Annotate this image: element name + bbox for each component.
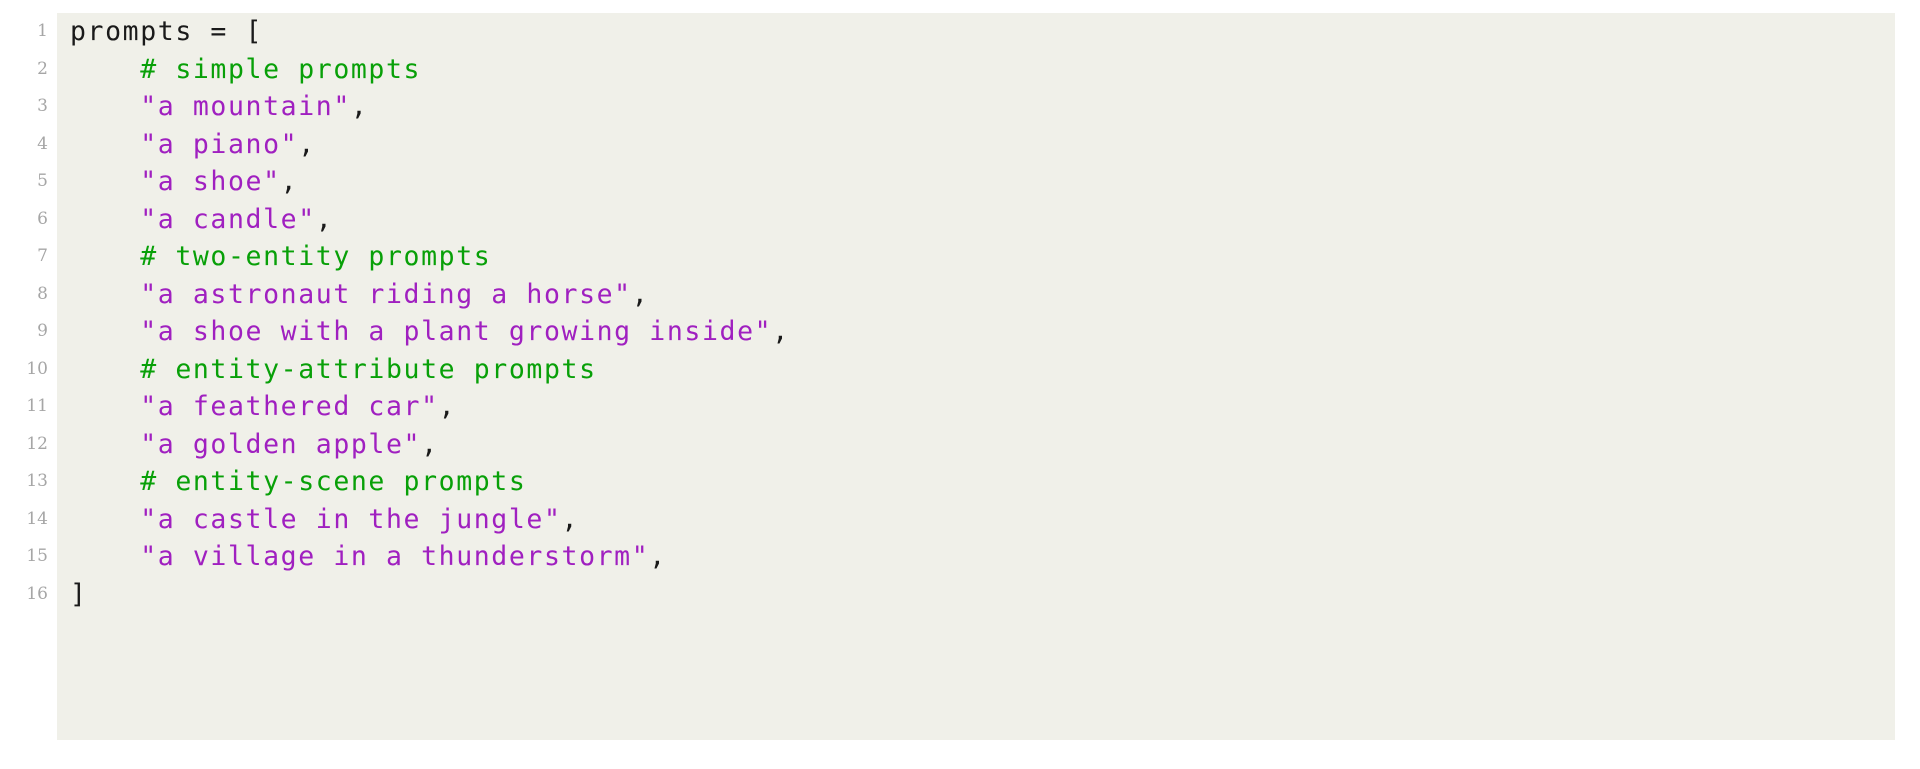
code-token-plain: , <box>561 503 580 535</box>
code-token-string: "a castle in the jungle" <box>140 503 562 535</box>
line-number: 11 <box>26 396 48 416</box>
code-token-comment: # entity-scene prompts <box>140 466 527 497</box>
line-number: 6 <box>37 208 48 229</box>
line-code: "a shoe", <box>70 163 298 201</box>
line-number: 12 <box>26 433 48 454</box>
code-token-plain: , <box>315 203 334 235</box>
line-code: "a shoe with a plant growing inside", <box>70 313 790 351</box>
code-token-plain: prompts = [ <box>70 16 264 47</box>
code-token-string: "a shoe" <box>140 166 281 197</box>
line-code: "a castle in the jungle", <box>70 501 579 539</box>
line-code: "a golden apple", <box>70 426 439 464</box>
line-code: # simple prompts <box>70 51 421 89</box>
line-code: # entity-scene prompts <box>70 463 526 501</box>
code-token-plain: , <box>280 166 299 197</box>
code-line: 4 "a piano", <box>0 126 1920 164</box>
code-line: 9 "a shoe with a plant growing inside", <box>0 313 1920 351</box>
line-number: 13 <box>26 471 48 491</box>
code-line: 7 # two-entity prompts <box>0 238 1920 276</box>
line-number: 15 <box>26 546 48 566</box>
code-line: 12 "a golden apple", <box>0 426 1920 464</box>
line-code: # two-entity prompts <box>70 238 491 276</box>
code-line: 2 # simple prompts <box>0 51 1920 89</box>
code-line: 5 "a shoe", <box>0 163 1920 201</box>
code-token-plain: ] <box>70 578 88 610</box>
code-token-string: "a astronaut riding a horse" <box>140 278 632 310</box>
code-token-plain: , <box>438 391 457 422</box>
code-token-plain: , <box>772 316 790 347</box>
line-number: 16 <box>26 583 48 604</box>
line-number: 4 <box>37 133 48 154</box>
code-line: 16] <box>0 576 1920 614</box>
line-number: 10 <box>26 358 48 379</box>
code-token-comment: # entity-attribute prompts <box>140 353 597 385</box>
line-number: 14 <box>26 508 48 529</box>
code-token-plain: , <box>298 128 316 160</box>
line-code: # entity-attribute prompts <box>70 351 597 389</box>
code-line: 8 "a astronaut riding a horse", <box>0 276 1920 314</box>
line-number: 9 <box>37 321 48 341</box>
line-number: 1 <box>37 21 48 41</box>
code-token-plain: , <box>649 541 667 572</box>
code-line: 3 "a mountain", <box>0 88 1920 126</box>
code-line: 15 "a village in a thunderstorm", <box>0 538 1920 576</box>
code-token-plain: , <box>631 278 650 310</box>
code-token-string: "a village in a thunderstorm" <box>140 541 650 572</box>
line-code: ] <box>70 576 88 614</box>
code-line: 10 # entity-attribute prompts <box>0 351 1920 389</box>
code-line: 13 # entity-scene prompts <box>0 463 1920 501</box>
line-code: "a candle", <box>70 201 333 239</box>
line-code: "a feathered car", <box>70 388 456 426</box>
line-number: 3 <box>37 96 48 116</box>
code-line: 14 "a castle in the jungle", <box>0 501 1920 539</box>
line-number: 7 <box>37 246 48 266</box>
code-token-string: "a feathered car" <box>140 391 439 422</box>
line-number: 2 <box>37 58 48 79</box>
code-token-string: "a shoe with a plant growing inside" <box>140 316 773 347</box>
code-listing: 1 prompts = [2 # simple prompts 3 "a mount… <box>0 0 1920 769</box>
line-code: "a piano", <box>70 126 316 164</box>
line-code: prompts = [ <box>70 13 263 51</box>
line-number: 8 <box>37 283 48 304</box>
code-lines-container: 1 prompts = [2 # simple prompts 3 "a mount… <box>0 13 1920 613</box>
line-code: "a village in a thunderstorm", <box>70 538 667 576</box>
code-token-string: "a piano" <box>140 128 299 160</box>
code-token-string: "a mountain" <box>140 91 351 122</box>
code-token-string: "a golden apple" <box>140 428 422 460</box>
line-code: "a mountain", <box>70 88 368 126</box>
line-code: "a astronaut riding a horse", <box>70 276 649 314</box>
code-token-string: "a candle" <box>140 203 316 235</box>
code-token-plain: , <box>350 91 369 122</box>
code-line: 1 prompts = [ <box>0 13 1920 51</box>
code-token-plain: , <box>421 428 439 460</box>
line-number: 5 <box>37 171 48 191</box>
code-token-comment: # simple prompts <box>140 53 422 85</box>
code-line: 11 "a feathered car", <box>0 388 1920 426</box>
code-token-comment: # two-entity prompts <box>140 241 492 272</box>
code-line: 6 "a candle", <box>0 201 1920 239</box>
